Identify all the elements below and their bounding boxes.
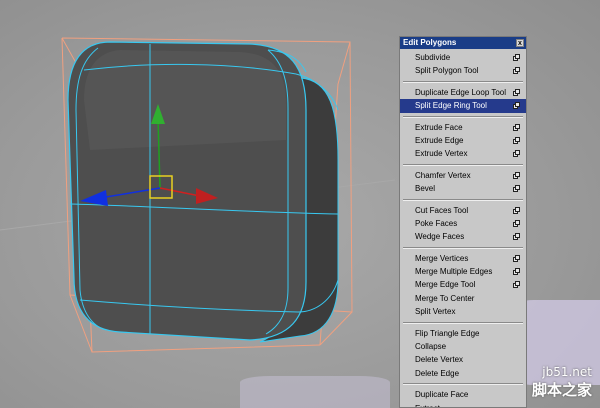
menu-divider [403, 383, 523, 386]
menu-item-label: Split Vertex [415, 307, 456, 317]
menu-item[interactable]: Poke Faces [400, 217, 526, 230]
menu-item-label: Subdivide [415, 53, 451, 62]
menu-item-label: Delete Edge [415, 368, 460, 378]
menu-item[interactable]: Merge To Center [400, 292, 526, 305]
menu-item-label: Split Polygon Tool [415, 66, 479, 76]
option-box-icon[interactable] [513, 54, 520, 61]
option-box-icon[interactable] [513, 123, 520, 131]
menu-item[interactable]: Merge Vertices [400, 252, 526, 265]
menu-item-label: Merge Vertices [415, 253, 469, 263]
edit-polygons-menu[interactable]: Edit Polygons x Subdivide Split Polygon T… [399, 36, 527, 408]
3d-viewport[interactable]: Edit Polygons x Subdivide Split Polygon T… [0, 0, 600, 408]
menu-item-label: Chamfer Vertex [415, 170, 471, 180]
decorative-overlay [240, 376, 390, 408]
watermark-url: jb51.net [542, 365, 592, 379]
menu-item-label: Merge To Center [415, 293, 475, 303]
menu-divider [403, 80, 523, 83]
option-box-icon[interactable] [513, 206, 520, 214]
menu-item-label: Extrude Vertex [415, 149, 468, 159]
menu-item[interactable]: Cut Faces Tool [400, 204, 526, 217]
menu-item-label: Extract [415, 404, 440, 407]
menu-divider [403, 246, 523, 249]
menu-item[interactable]: Delete Edge [400, 367, 526, 380]
option-box-icon[interactable] [513, 185, 520, 193]
menu-item-label: Flip Triangle Edge [415, 328, 480, 338]
option-box-icon[interactable] [513, 268, 520, 276]
menu-item-label: Cut Faces Tool [415, 205, 469, 215]
menu-item[interactable]: Duplicate Edge Loop Tool [400, 86, 526, 99]
watermark-site: 脚本之家 [531, 381, 592, 399]
option-box-icon[interactable] [513, 254, 520, 262]
menu-item-label: Wedge Faces [415, 232, 465, 242]
option-box-icon[interactable] [513, 219, 520, 227]
option-box-icon[interactable] [513, 171, 520, 179]
option-box-icon[interactable] [513, 150, 520, 158]
option-box-icon[interactable] [513, 136, 520, 144]
menu-item[interactable]: Extract [400, 402, 526, 407]
menu-item[interactable]: Delete Vertex [400, 353, 526, 366]
menu-item[interactable]: Duplicate Face [400, 388, 526, 401]
menu-item[interactable]: Flip Triangle Edge [400, 327, 526, 340]
menu-item-label: Split Edge Ring Tool [415, 101, 487, 111]
close-icon[interactable]: x [516, 39, 524, 47]
menu-item[interactable]: Split Edge Ring Tool [400, 99, 526, 113]
menu-item-label: Extrude Edge [415, 135, 464, 145]
menu-divider [403, 321, 523, 324]
menu-divider [403, 163, 523, 166]
option-box-icon[interactable] [513, 67, 520, 75]
menu-divider [403, 115, 523, 118]
menu-item[interactable]: Merge Multiple Edges [400, 265, 526, 278]
menu-item[interactable]: Extrude Vertex [400, 147, 526, 160]
menu-item[interactable]: Chamfer Vertex [400, 169, 526, 182]
menu-items: Subdivide Split Polygon Tool Duplicate Edg… [400, 49, 526, 407]
menu-item-label: Duplicate Face [415, 390, 469, 400]
menu-item-label: Duplicate Edge Loop Tool [415, 87, 507, 97]
menu-item[interactable]: Split Vertex [400, 305, 526, 318]
menu-item-label: Bevel [415, 184, 436, 194]
menu-item-label: Delete Vertex [415, 355, 464, 365]
menu-item[interactable]: Collapse [400, 340, 526, 353]
menu-item-label: Merge Multiple Edges [415, 267, 493, 277]
menu-item[interactable]: Extrude Edge [400, 134, 526, 147]
option-box-icon[interactable] [513, 233, 520, 241]
option-box-icon[interactable] [513, 281, 520, 289]
menu-title: Edit Polygons [403, 38, 457, 47]
watermark: jb51.net 脚本之家 [532, 365, 592, 400]
menu-item[interactable]: Subdivide [400, 51, 526, 64]
option-box-icon[interactable] [513, 88, 520, 96]
menu-item[interactable]: Split Polygon Tool [400, 64, 526, 77]
menu-item[interactable]: Wedge Faces [400, 230, 526, 243]
menu-item[interactable]: Merge Edge Tool [400, 278, 526, 291]
menu-item[interactable]: Bevel [400, 182, 526, 195]
menu-titlebar[interactable]: Edit Polygons x [400, 37, 526, 49]
menu-item-label: Extrude Face [415, 122, 463, 132]
menu-item-label: Poke Faces [415, 218, 458, 228]
menu-item-label: Merge Edge Tool [415, 280, 476, 290]
option-box-icon[interactable] [513, 102, 520, 110]
menu-item[interactable]: Extrude Face [400, 121, 526, 134]
menu-divider [403, 198, 523, 201]
menu-item-label: Collapse [415, 342, 447, 352]
